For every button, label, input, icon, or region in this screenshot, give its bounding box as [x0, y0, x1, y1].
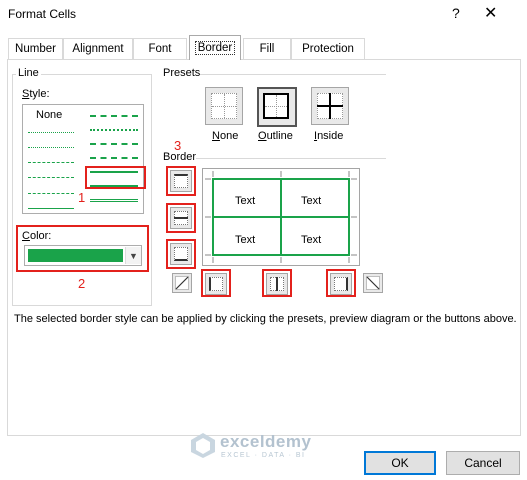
highlight-box-1 — [85, 166, 146, 189]
preset-outline-icon — [263, 93, 289, 119]
tab-label: Font — [148, 43, 172, 55]
highlight-box-3b — [166, 203, 196, 233]
line-style-option[interactable] — [90, 157, 138, 159]
tab-label: Fill — [259, 43, 275, 55]
tab-fill[interactable]: Fill — [243, 38, 291, 59]
preview-grid — [205, 171, 357, 263]
line-group-title: Line — [16, 67, 41, 79]
watermark-tagline: EXCEL · DATA · BI — [221, 452, 306, 459]
border-title: Border — [161, 151, 199, 163]
preset-none-icon — [211, 93, 237, 119]
tab-label: Border — [194, 41, 236, 55]
preset-inside-label: Inside — [314, 130, 344, 142]
line-style-option[interactable] — [28, 147, 74, 148]
line-style-option[interactable] — [28, 132, 74, 133]
line-style-option[interactable] — [90, 143, 138, 145]
highlight-box-2 — [16, 225, 149, 272]
style-label: Style: — [22, 88, 50, 100]
help-text: The selected border style can be applied… — [14, 313, 517, 325]
preview-cell-text: Text — [301, 195, 322, 207]
line-style-option[interactable] — [90, 129, 138, 131]
preset-outline-label: Outline — [258, 130, 293, 142]
cancel-button[interactable]: Cancel — [446, 451, 520, 475]
preset-inside-icon — [317, 93, 343, 119]
preview-cell-text: Text — [301, 234, 322, 246]
line-style-option-double[interactable] — [90, 199, 138, 202]
help-button[interactable]: ? — [452, 5, 460, 21]
highlight-box-3a — [166, 166, 196, 196]
line-style-option[interactable] — [28, 177, 74, 178]
preset-none-label: None — [212, 130, 239, 142]
diagonal-down-icon — [366, 276, 380, 290]
highlight-box-3f — [326, 269, 356, 297]
tab-label: Number — [15, 43, 56, 55]
tab-label: Alignment — [72, 43, 124, 55]
border-preview[interactable]: Text Text Text Text — [202, 168, 360, 266]
window-title: Format Cells — [8, 7, 77, 21]
preset-outline-button[interactable] — [257, 87, 297, 127]
tab-protection[interactable]: Protection — [291, 38, 365, 59]
exceldemy-logo-icon — [191, 433, 215, 458]
tab-alignment[interactable]: Alignment — [63, 38, 133, 59]
watermark-name: exceldemy — [220, 432, 312, 451]
close-button[interactable]: ✕ — [484, 3, 497, 23]
diagonal-up-icon — [175, 276, 189, 290]
preview-cell-text: Text — [235, 195, 256, 207]
preset-inside-button[interactable] — [311, 87, 349, 125]
border-diagonal-up-button[interactable] — [172, 273, 192, 293]
line-style-option[interactable] — [90, 115, 138, 117]
tab-border[interactable]: Border — [189, 35, 241, 60]
tab-font[interactable]: Font — [133, 38, 187, 59]
border-diagonal-down-button[interactable] — [363, 273, 383, 293]
tab-label: Protection — [302, 43, 354, 55]
line-style-option[interactable] — [28, 193, 74, 194]
highlight-box-3d — [201, 269, 231, 297]
highlight-box-3c — [166, 239, 196, 269]
preset-none-button[interactable] — [205, 87, 243, 125]
ok-button[interactable]: OK — [364, 451, 436, 475]
annotation-number-1: 1 — [78, 190, 86, 205]
line-style-option[interactable] — [28, 162, 74, 163]
presets-title: Presets — [161, 67, 203, 79]
presets-divider — [200, 74, 386, 75]
annotation-number-2: 2 — [78, 276, 86, 291]
line-style-option[interactable] — [28, 208, 74, 209]
line-style-none[interactable]: None — [36, 109, 62, 121]
highlight-box-3e — [262, 269, 292, 297]
title-bar: Format Cells ? ✕ — [0, 0, 527, 30]
tab-number[interactable]: Number — [8, 38, 63, 59]
border-divider — [196, 158, 386, 159]
preview-cell-text: Text — [235, 234, 256, 246]
